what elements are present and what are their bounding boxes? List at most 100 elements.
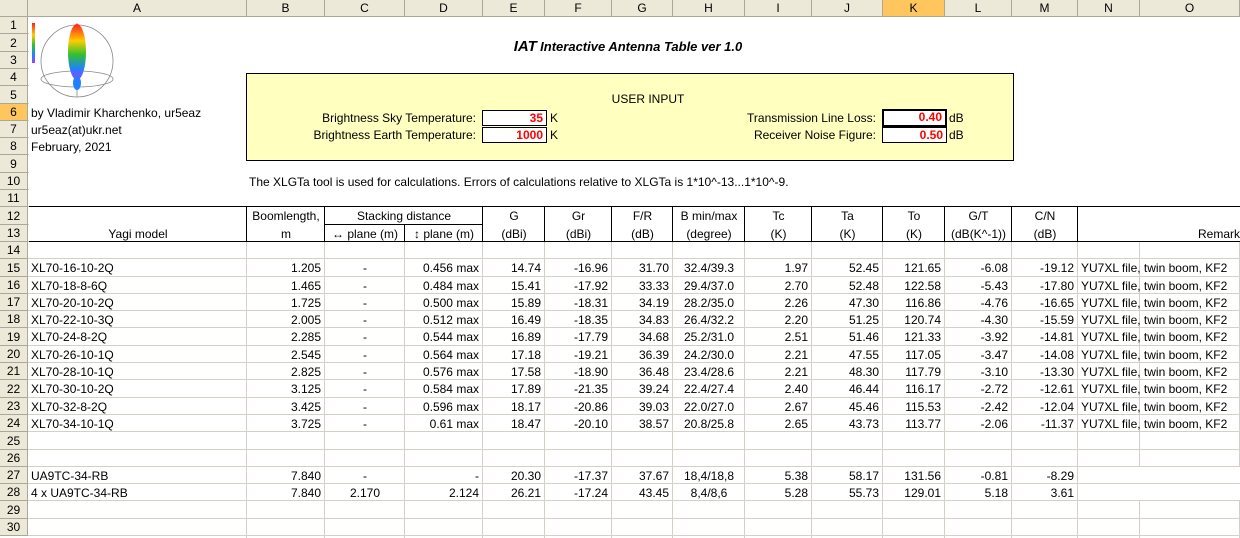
cell-tc[interactable]: 2.70 [745,278,812,294]
row-header-7[interactable]: 7 [0,121,28,138]
cell-to[interactable]: 116.86 [883,295,945,311]
row-header-6[interactable]: 6 [0,104,28,121]
cell-model[interactable]: 4 x UA9TC-34-RB [29,485,248,501]
cell-boom[interactable]: 1.465 [247,278,325,294]
cell-boom[interactable]: 7.840 [247,485,325,501]
cell-to[interactable]: 115.53 [883,399,945,415]
cell-ta[interactable]: 58.17 [812,468,883,484]
cell-ta[interactable]: 55.73 [812,485,883,501]
cell-fr[interactable]: 31.70 [612,260,673,276]
cell-g[interactable]: 17.58 [483,364,545,380]
row-header-25[interactable]: 25 [0,432,28,450]
cell-ta[interactable]: 51.46 [812,329,883,345]
cell-model[interactable]: XL70-20-10-2Q [29,295,248,311]
cell-pv[interactable]: 0.576 max [405,364,483,380]
cell-gr[interactable]: -20.10 [545,416,612,432]
noise-figure-input[interactable]: 0.50 [882,127,947,143]
cell-cn[interactable]: -14.08 [1012,347,1078,363]
column-header-h[interactable]: H [673,0,745,17]
column-header-n[interactable]: N [1078,0,1140,17]
cell-ph[interactable]: - [325,364,405,380]
row-header-13[interactable]: 13 [0,225,28,242]
cell-b[interactable]: 8,4/8,6 [673,485,745,501]
cell-remark[interactable]: YU7XL file, twin boom, KF2 [1079,416,1240,432]
cell-ta[interactable]: 48.30 [812,364,883,380]
cell-pv[interactable]: 0.512 max [405,312,483,328]
cell-to[interactable]: 121.65 [883,260,945,276]
cell-model[interactable]: XL70-32-8-2Q [29,399,248,415]
cell-tc[interactable]: 2.21 [745,347,812,363]
cell-cn[interactable]: -12.61 [1012,381,1078,397]
cell-ta[interactable]: 52.48 [812,278,883,294]
cell-pv[interactable]: 0.61 max [405,416,483,432]
row-header-30[interactable]: 30 [0,519,28,536]
column-header-i[interactable]: I [745,0,812,17]
column-header-a[interactable]: A [28,0,247,17]
cell-b[interactable]: 28.2/35.0 [673,295,745,311]
cell-model[interactable]: XL70-22-10-3Q [29,312,248,328]
cell-model[interactable]: XL70-26-10-1Q [29,347,248,363]
line-loss-input[interactable]: 0.40 [882,109,947,127]
cell-g[interactable]: 15.41 [483,278,545,294]
cell-to[interactable]: 117.05 [883,347,945,363]
cell-cn[interactable]: 3.61 [1012,485,1078,501]
cell-tc[interactable]: 2.20 [745,312,812,328]
cell-g[interactable]: 16.89 [483,329,545,345]
cell-b[interactable]: 18,4/18,8 [673,468,745,484]
cell-cn[interactable]: -13.30 [1012,364,1078,380]
cell-b[interactable]: 22.4/27.4 [673,381,745,397]
cell-gt[interactable]: -3.92 [945,329,1012,345]
row-header-29[interactable]: 29 [0,501,28,519]
cell-gt[interactable]: -2.72 [945,381,1012,397]
cell-boom[interactable]: 2.545 [247,347,325,363]
column-header-j[interactable]: J [812,0,883,17]
cell-g[interactable]: 26.21 [483,485,545,501]
column-header-k[interactable]: K [883,0,945,17]
row-header-8[interactable]: 8 [0,138,28,155]
cell-cn[interactable]: -17.80 [1012,278,1078,294]
cell-tc[interactable]: 2.21 [745,364,812,380]
cell-tc[interactable]: 2.51 [745,329,812,345]
cell-tc[interactable]: 2.67 [745,399,812,415]
cell-gt[interactable]: -2.06 [945,416,1012,432]
cell-model[interactable]: XL70-16-10-2Q [29,260,248,276]
cell-g[interactable]: 18.47 [483,416,545,432]
cell-ph[interactable]: - [325,295,405,311]
cell-boom[interactable]: 7.840 [247,468,325,484]
cell-model[interactable]: XL70-34-10-1Q [29,416,248,432]
cell-fr[interactable]: 33.33 [612,278,673,294]
column-header-f[interactable]: F [545,0,612,17]
cell-gr[interactable]: -20.86 [545,399,612,415]
cell-tc[interactable]: 5.38 [745,468,812,484]
cell-ph[interactable]: - [325,468,405,484]
cell-ta[interactable]: 47.30 [812,295,883,311]
cell-cn[interactable]: -14.81 [1012,329,1078,345]
cell-ph[interactable]: 2.170 [325,485,405,501]
cell-g[interactable]: 14.74 [483,260,545,276]
row-header-21[interactable]: 21 [0,363,28,380]
cell-remark[interactable]: YU7XL file, twin boom, KF2 [1079,347,1240,363]
cell-b[interactable]: 26.4/32.2 [673,312,745,328]
cell-tc[interactable]: 2.26 [745,295,812,311]
cell-model[interactable]: XL70-30-10-2Q [29,381,248,397]
cell-fr[interactable]: 36.48 [612,364,673,380]
cell-gr[interactable]: -18.35 [545,312,612,328]
cell-ta[interactable]: 47.55 [812,347,883,363]
cell-b[interactable]: 29.4/37.0 [673,278,745,294]
cell-pv[interactable]: 0.544 max [405,329,483,345]
cell-boom[interactable]: 1.205 [247,260,325,276]
row-header-5[interactable]: 5 [0,86,28,104]
cell-g[interactable]: 15.89 [483,295,545,311]
cell-gr[interactable]: -18.90 [545,364,612,380]
column-header-o[interactable]: O [1140,0,1240,17]
column-header-d[interactable]: D [405,0,483,17]
cell-boom[interactable]: 3.125 [247,381,325,397]
earth-temperature-input[interactable]: 1000 [482,127,547,143]
row-header-4[interactable]: 4 [0,69,28,86]
row-header-23[interactable]: 23 [0,398,28,415]
cell-model[interactable]: XL70-24-8-2Q [29,329,248,345]
cell-pv[interactable]: 0.596 max [405,399,483,415]
cell-boom[interactable]: 2.005 [247,312,325,328]
row-header-3[interactable]: 3 [0,52,28,69]
cell-fr[interactable]: 39.24 [612,381,673,397]
